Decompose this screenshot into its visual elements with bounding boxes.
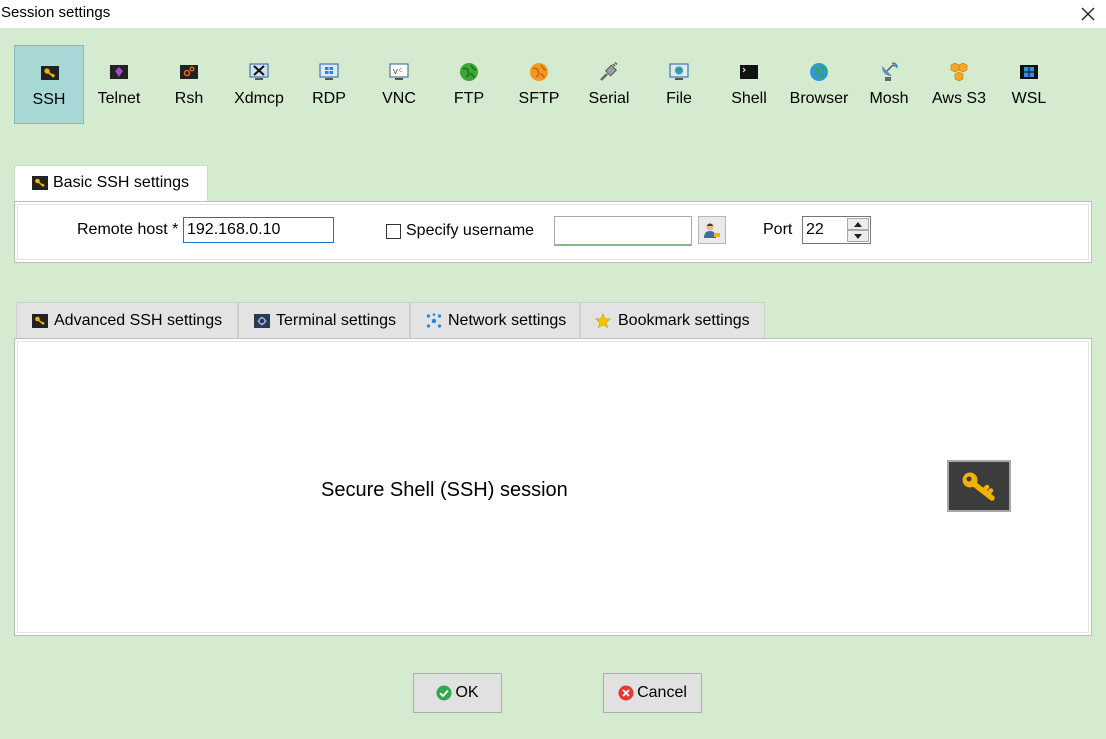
tab-network-settings[interactable]: Network settings (410, 302, 580, 338)
tab-label: Terminal settings (276, 312, 397, 329)
port-label: Port (763, 221, 793, 238)
tab-label: Basic SSH settings (53, 174, 190, 191)
chevron-up-icon (854, 221, 862, 227)
session-type-file[interactable]: File (644, 45, 714, 124)
tab-label: Network settings (448, 312, 567, 329)
user-icon (704, 223, 720, 238)
cancel-button[interactable]: Cancel (603, 673, 702, 713)
session-type-label: WSL (1011, 90, 1047, 107)
port-stepper (802, 216, 871, 244)
ok-label: OK (455, 684, 479, 701)
tab-advanced-ssh-settings[interactable]: Advanced SSH settings (16, 302, 238, 338)
tab-label: Bookmark settings (618, 312, 750, 329)
session-type-serial[interactable]: Serial (574, 45, 644, 124)
star-icon (595, 313, 611, 329)
remote-host-input[interactable] (183, 217, 334, 243)
wsl-icon (1020, 65, 1038, 79)
session-type-label: SSH (32, 91, 66, 108)
ftp-icon (460, 63, 478, 81)
aws-s3-icon (950, 62, 968, 82)
session-type-ftp[interactable]: FTP (434, 45, 504, 124)
username-input[interactable] (554, 216, 692, 246)
session-type-ssh[interactable]: SSH (14, 45, 84, 124)
specify-username-checkbox[interactable] (386, 224, 401, 239)
shell-icon (740, 65, 758, 79)
tab-label: Advanced SSH settings (54, 312, 223, 329)
xdmcp-icon (249, 63, 269, 80)
session-type-aws-s3[interactable]: Aws S3 (924, 45, 994, 124)
close-icon[interactable] (1070, 0, 1106, 28)
key-icon (41, 66, 59, 80)
session-type-sftp[interactable]: SFTP (504, 45, 574, 124)
specify-username-label: Specify username (406, 222, 535, 239)
session-type-telnet[interactable]: Telnet (84, 45, 154, 124)
session-type-xdmcp[interactable]: Xdmcp (224, 45, 294, 124)
port-increment-button[interactable] (847, 218, 869, 230)
session-type-vnc[interactable]: Vc VNC (364, 45, 434, 124)
session-type-shell[interactable]: Shell (714, 45, 784, 124)
svg-text:c: c (399, 67, 402, 74)
session-type-mosh[interactable]: Mosh (854, 45, 924, 124)
serial-icon (600, 62, 618, 81)
vnc-icon: Vc (389, 63, 409, 80)
user-picker-button[interactable] (698, 216, 726, 244)
port-decrement-button[interactable] (847, 230, 869, 242)
window-title: Session settings (1, 4, 111, 21)
title-bar: Session settings (0, 0, 1106, 28)
session-type-rsh[interactable]: Rsh (154, 45, 224, 124)
mosh-icon (882, 62, 898, 81)
key-icon (32, 314, 48, 328)
check-circle-icon (436, 685, 452, 701)
terminal-icon (254, 314, 270, 328)
ok-button[interactable]: OK (413, 673, 502, 713)
remote-host-label: Remote host * (77, 221, 179, 238)
key-icon (32, 176, 48, 190)
session-type-browser[interactable]: Browser (784, 45, 854, 124)
tab-terminal-settings[interactable]: Terminal settings (238, 302, 410, 338)
cancel-circle-icon (618, 685, 634, 701)
session-type-wsl[interactable]: WSL (994, 45, 1064, 124)
chevron-down-icon (854, 233, 862, 239)
rsh-icon (180, 65, 198, 79)
telnet-icon (110, 65, 128, 79)
svg-text:V: V (393, 68, 398, 76)
session-type-rdp[interactable]: RDP (294, 45, 364, 124)
dialog-body: SSH Telnet Rsh Xdmcp RDP Vc VNC FTP SFTP… (0, 28, 1106, 739)
network-icon (426, 313, 442, 328)
basic-settings-panel: Remote host * Specify username Port (14, 201, 1092, 263)
session-description: Secure Shell (SSH) session (321, 479, 568, 501)
rdp-icon (319, 63, 339, 80)
settings-content-panel: Secure Shell (SSH) session (14, 338, 1092, 636)
file-icon (669, 63, 689, 80)
sftp-icon (530, 63, 548, 81)
tab-basic-ssh-settings[interactable]: Basic SSH settings (14, 165, 208, 201)
browser-icon (810, 63, 828, 81)
key-icon (947, 460, 1011, 512)
tab-bookmark-settings[interactable]: Bookmark settings (580, 302, 765, 338)
port-input[interactable] (803, 217, 845, 243)
cancel-label: Cancel (637, 684, 687, 701)
